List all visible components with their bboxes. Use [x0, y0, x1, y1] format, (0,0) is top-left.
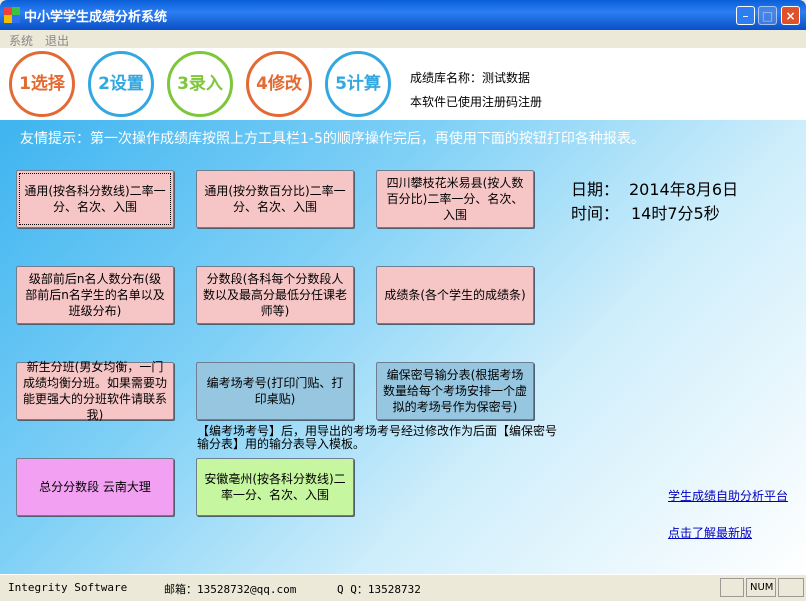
tip-text: 友情提示：第一次操作成绩库按照上方工具栏1-5的顺序操作完后，再使用下面的按钮打…	[20, 131, 645, 147]
time-value: 14时7分5秒	[631, 204, 720, 223]
report-general-by-line-button[interactable]: 通用(按各科分数线)二率一分、名次、入围	[16, 170, 174, 228]
status-email: 邮箱：13528732@qq.com	[164, 583, 297, 596]
title-bar: 中小学学生成绩分析系统 – □ ×	[0, 0, 806, 30]
latest-version-link[interactable]: 点击了解最新版	[668, 524, 752, 541]
time-label: 时间：	[571, 204, 620, 223]
select-button[interactable]: 1选择	[9, 51, 75, 117]
database-name: 成绩库名称：测试数据	[410, 71, 531, 85]
secret-number-sheet-button[interactable]: 编保密号输分表(根据考场数量给每个考场安排一个虚拟的考场号作为保密号)	[376, 362, 534, 420]
self-service-platform-link[interactable]: 学生成绩自助分析平台	[668, 487, 788, 504]
status-panel-blank-2	[778, 578, 804, 597]
input-button[interactable]: 3录入	[167, 51, 233, 117]
num-lock-indicator: NUM	[746, 578, 776, 597]
registration-status: 本软件已使用注册码注册	[410, 95, 543, 109]
maximize-button[interactable]: □	[758, 6, 777, 25]
report-score-slip-button[interactable]: 成绩条(各个学生的成绩条)	[376, 266, 534, 324]
total-score-range-yunnan-button[interactable]: 总分分数段 云南大理	[16, 458, 174, 516]
report-general-by-percent-button[interactable]: 通用(按分数百分比)二率一分、名次、入围	[196, 170, 354, 228]
app-icon	[4, 7, 20, 23]
new-student-class-button[interactable]: 新生分班(男女均衡，一门成绩均衡分班。如果需要功能更强大的分班软件请联系我)	[16, 360, 174, 422]
exam-number-note: 【编考场考号】后，用导出的考场考号经过修改作为后面【编保密号输分表】用的输分表导…	[197, 424, 558, 451]
status-bar: Integrity Software 邮箱：13528732@qq.com Q …	[0, 574, 806, 601]
menu-system[interactable]: 系统	[9, 32, 33, 49]
date-value: 2014年8月6日	[629, 180, 739, 199]
minimize-button[interactable]: –	[736, 6, 755, 25]
calculate-button[interactable]: 5计算	[325, 51, 391, 117]
date-label: 日期：	[571, 180, 620, 199]
status-panel-blank	[720, 578, 744, 597]
close-button[interactable]: ×	[781, 6, 800, 25]
report-panzhihua-button[interactable]: 四川攀枝花米易县(按人数百分比)二率一分、名次、入围	[376, 170, 534, 228]
report-grade-top-n-button[interactable]: 级部前后n名人数分布(级部前后n名学生的名单以及班级分布)	[16, 266, 174, 324]
anhui-bozhou-button[interactable]: 安徽亳州(按各科分数线)二率一分、名次、入围	[196, 458, 354, 516]
exam-room-number-button[interactable]: 编考场考号(打印门贴、打印桌贴)	[196, 362, 354, 420]
report-score-range-button[interactable]: 分数段(各科每个分数段人数以及最高分最低分任课老师等)	[196, 266, 354, 324]
toolbar: 1选择 2设置 3录入 4修改 5计算 成绩库名称：测试数据 本软件已使用注册码…	[0, 48, 806, 120]
menu-bar: 系统 退出	[0, 30, 806, 48]
report-panel: 友情提示：第一次操作成绩库按照上方工具栏1-5的顺序操作完后，再使用下面的按钮打…	[0, 120, 806, 574]
menu-exit[interactable]: 退出	[45, 32, 69, 49]
status-qq: Q Q：13528732	[337, 583, 421, 596]
modify-button[interactable]: 4修改	[246, 51, 312, 117]
status-company: Integrity Software	[8, 581, 128, 594]
window-title: 中小学学生成绩分析系统	[24, 10, 168, 25]
settings-button[interactable]: 2设置	[88, 51, 154, 117]
